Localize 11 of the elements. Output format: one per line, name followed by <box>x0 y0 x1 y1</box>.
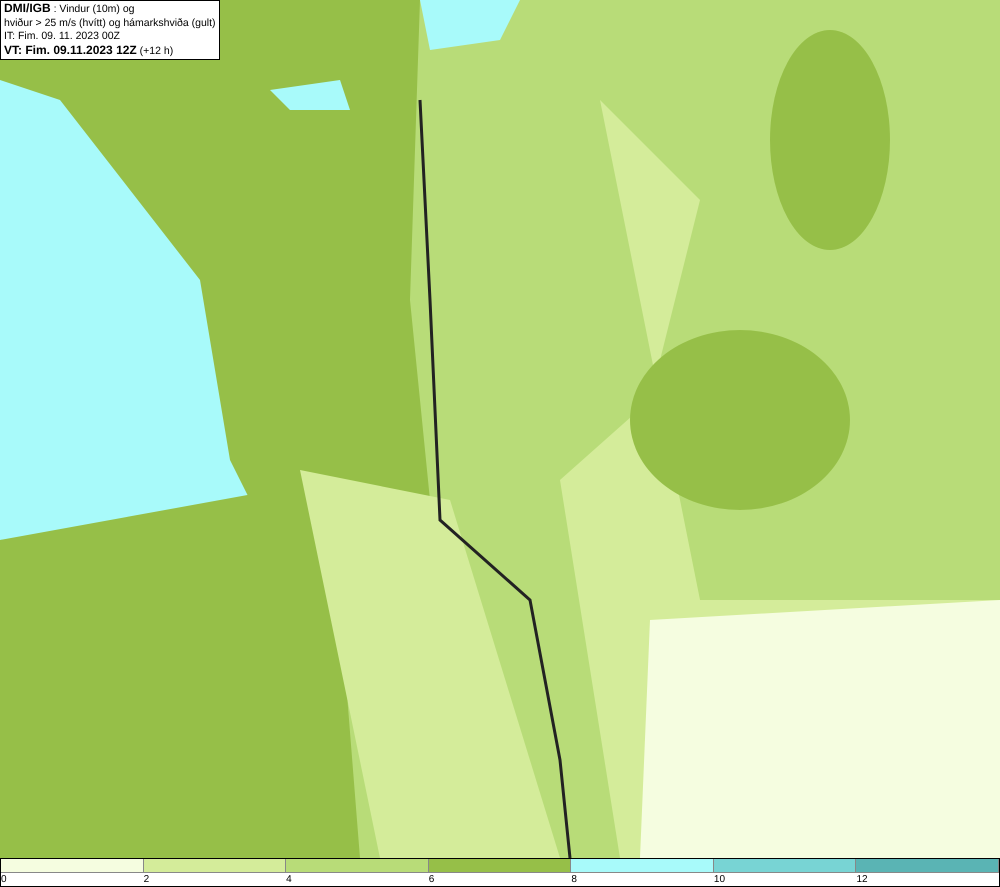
legend-label: 0 <box>1 873 7 886</box>
legend-label: 8 <box>571 873 577 886</box>
legend-label: 4 <box>286 873 292 886</box>
legend-label: 12 <box>856 873 868 886</box>
title-line: hviður > 25 m/s (hvítt) og hámarkshviða (gult) <box>4 16 216 30</box>
legend-label: 10 <box>714 873 726 886</box>
title-line: IT: Fim. 09. 11. 2023 00Z <box>4 30 121 44</box>
legend-label: 6 <box>428 873 434 886</box>
legend-label: 2 <box>144 873 150 886</box>
title-line: DMI/IGB : Vindur (10m) og <box>4 2 136 16</box>
title-line: VT: Fim. 09.11.2023 12Z (+12 h) <box>4 44 174 58</box>
